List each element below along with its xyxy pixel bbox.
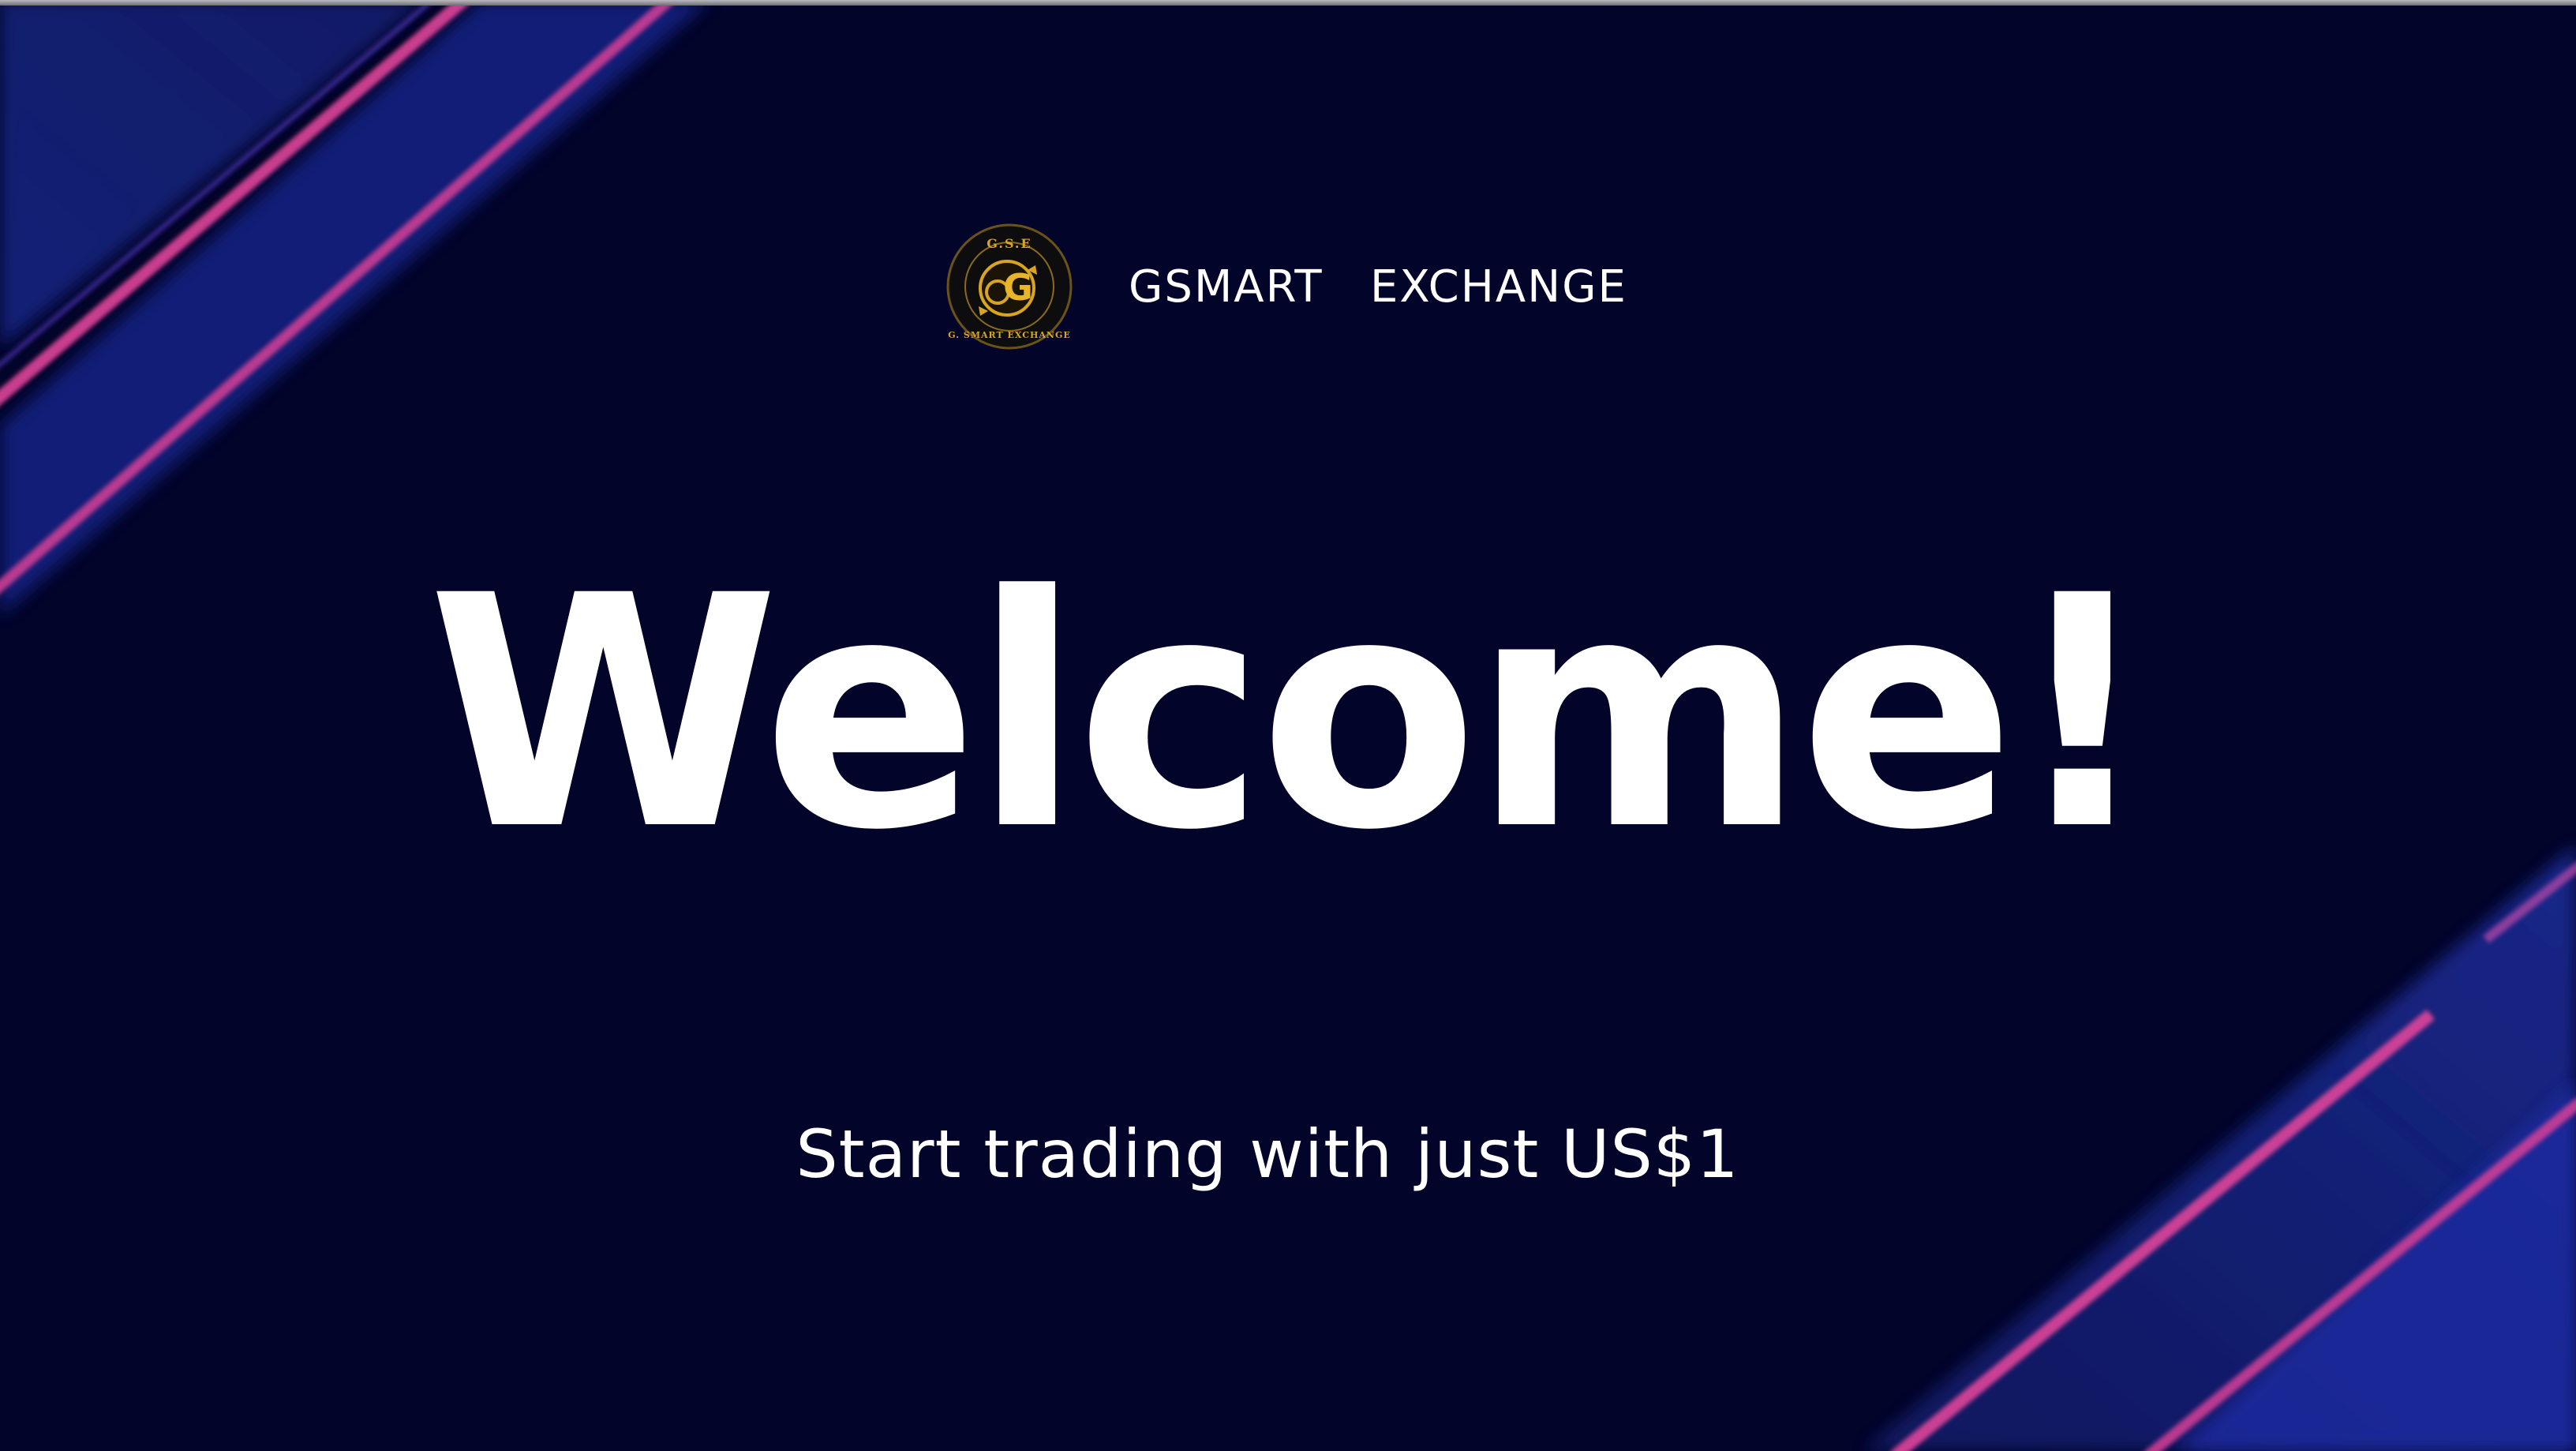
brand-name: GSMART EXCHANGE: [1129, 261, 1627, 313]
gse-coin-logo-icon: G.S.E G. SMART EXCHANGE G: [946, 223, 1073, 350]
logo-monogram: G: [1003, 266, 1033, 309]
top-divider: [0, 0, 2576, 6]
brand-header: G.S.E G. SMART EXCHANGE G GSMART EXCHANG…: [945, 223, 1627, 351]
welcome-screen: G.S.E G. SMART EXCHANGE G GSMART EXCHANG…: [0, 0, 2576, 1451]
logo-top-text: G.S.E: [987, 236, 1032, 251]
hero-title: Welcome!: [427, 527, 2155, 900]
logo-ring-text: G. SMART EXCHANGE: [948, 330, 1071, 340]
hero-subtitle: Start trading with just US$1: [796, 1115, 1739, 1193]
